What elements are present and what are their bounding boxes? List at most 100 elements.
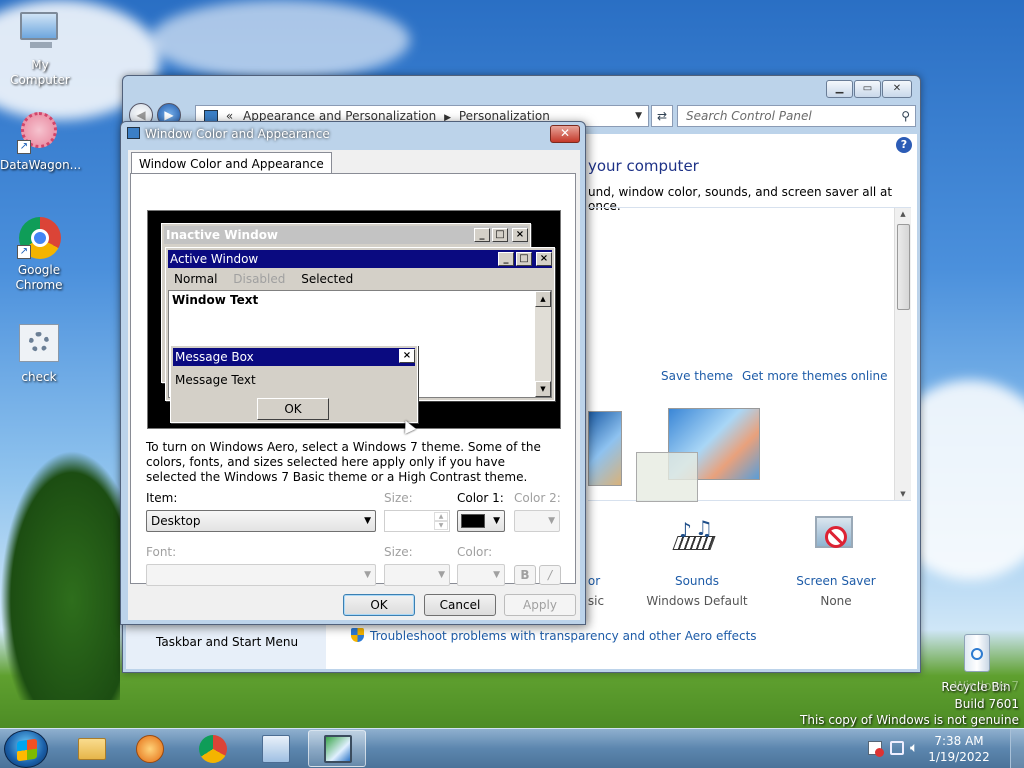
theme-thumbnail-selected[interactable] [636, 452, 698, 502]
display-settings-icon [324, 735, 352, 763]
inactive-titlebar: Inactive Window _ □ × [164, 226, 528, 244]
italic-button[interactable]: / [539, 565, 561, 585]
preview-menu: Normal Disabled Selected [168, 270, 552, 288]
menu-selected[interactable]: Selected [301, 272, 353, 286]
font-size-select[interactable]: ▼ [384, 564, 450, 586]
taskbar-explorer[interactable] [62, 730, 120, 767]
action-center-icon[interactable] [868, 741, 884, 757]
inactive-window-title: Inactive Window [166, 228, 279, 242]
folder-icon [78, 738, 106, 760]
recycle-bin-icon [954, 632, 998, 676]
font-color-label: Color: [457, 545, 493, 559]
tree [0, 450, 120, 700]
chevron-down-icon: ▼ [493, 516, 500, 526]
color1-label: Color 1: [457, 491, 504, 505]
scroll-thumb[interactable] [897, 224, 910, 310]
taskbar-start-menu-link[interactable]: Taskbar and Start Menu [156, 635, 298, 649]
themes-list[interactable]: ▲ ▼ [588, 207, 911, 502]
cancel-button[interactable]: Cancel [424, 594, 496, 616]
preview-ok-button[interactable]: OK [257, 398, 329, 420]
window-color-dialog: Window Color and Appearance ✕ Window Col… [120, 121, 586, 625]
bold-button[interactable]: B [514, 565, 536, 585]
chrome-icon: ↗ [17, 215, 61, 259]
chevron-down-icon: ▼ [438, 570, 445, 580]
chevron-down-icon: ▼ [493, 570, 500, 580]
preview-scrollbar: ▲ ▼ [535, 291, 551, 397]
ok-button[interactable]: OK [343, 594, 415, 616]
menu-normal[interactable]: Normal [174, 272, 217, 286]
item-select[interactable]: Desktop ▼ [146, 510, 376, 532]
chevron-down-icon[interactable]: ▼ [635, 106, 642, 126]
dialog-close-button[interactable]: ✕ [550, 125, 580, 143]
network-icon[interactable] [890, 741, 904, 755]
window-color-link[interactable]: or [584, 574, 604, 588]
cloud [150, 0, 410, 80]
appearance-preview[interactable]: Inactive Window _ □ × Active Window _ □ … [147, 210, 561, 429]
desktop-icon-chrome[interactable]: ↗ Google Chrome [0, 215, 78, 293]
font-color-picker[interactable]: ▼ [457, 564, 505, 586]
save-theme-link[interactable]: Save theme [661, 369, 733, 383]
item-select-value: Desktop [151, 514, 201, 528]
troubleshoot-link[interactable]: Troubleshoot problems with transparency … [370, 629, 757, 643]
screen-saver-icon[interactable] [813, 516, 857, 560]
font-label: Font: [146, 545, 177, 559]
font-size-label: Size: [384, 545, 413, 559]
color1-picker[interactable]: ▼ [457, 510, 505, 532]
theme-thumbnail[interactable] [588, 411, 622, 486]
troubleshoot-aero[interactable]: Troubleshoot problems with transparency … [351, 628, 757, 643]
desktop-icon-check[interactable]: check [0, 322, 78, 385]
clock[interactable]: 7:38 AM 1/19/2022 [924, 733, 994, 765]
taskbar-media-player[interactable] [120, 730, 178, 767]
screen-saver-link[interactable]: Screen Saver [781, 574, 891, 588]
window-controls: ▁ ▭ ✕ [826, 80, 912, 98]
show-desktop-button[interactable] [1010, 729, 1024, 768]
volume-icon[interactable]: 🔈︎ [910, 740, 918, 756]
refresh-button[interactable]: ⇄ [651, 105, 673, 127]
scroll-up-icon: ▲ [535, 291, 551, 307]
message-box-titlebar: Message Box × [173, 348, 415, 366]
desktop-icon-my-computer[interactable]: My Computer [1, 10, 79, 88]
minimize-icon: _ [498, 252, 514, 266]
sounds-link[interactable]: Sounds [641, 574, 753, 588]
watermark-genuine: This copy of Windows is not genuine [800, 713, 1019, 727]
spin-up-icon[interactable]: ▲ [434, 512, 448, 521]
menu-disabled[interactable]: Disabled [233, 272, 285, 286]
scroll-down-icon[interactable]: ▼ [895, 490, 911, 498]
dialog-app-icon [127, 127, 140, 139]
tab-window-color[interactable]: Window Color and Appearance [131, 152, 332, 174]
maximize-button[interactable]: ▭ [854, 80, 881, 98]
help-icon[interactable]: ? [896, 137, 912, 153]
themes-scrollbar[interactable]: ▲ ▼ [894, 208, 911, 500]
spin-down-icon[interactable]: ▼ [434, 521, 448, 530]
close-button[interactable]: ✕ [882, 80, 912, 98]
dialog-title: Window Color and Appearance [145, 127, 330, 141]
desktop-icon-label: DataWagon... [0, 158, 82, 172]
desktop-icon-datawagon[interactable]: ↗ DataWagon... [0, 110, 82, 173]
color1-swatch [461, 514, 485, 528]
scroll-up-icon[interactable]: ▲ [895, 210, 911, 218]
start-button[interactable] [4, 730, 48, 768]
item-size-spinner[interactable]: ▲ ▼ [384, 510, 450, 532]
chevron-down-icon: ▼ [548, 516, 555, 526]
maximize-icon: □ [516, 252, 532, 266]
dialog-content: Window Color and Appearance Inactive Win… [128, 150, 580, 620]
search-icon[interactable]: ⚲ [901, 106, 910, 126]
window-color-value: sic [587, 594, 605, 608]
desktop-icon-label: Google Chrome [15, 263, 63, 292]
color2-picker[interactable]: ▼ [514, 510, 560, 532]
search-placeholder: Search Control Panel [686, 109, 812, 123]
taskbar-chrome[interactable] [183, 730, 241, 767]
font-select[interactable]: ▼ [146, 564, 376, 586]
search-input[interactable]: Search Control Panel ⚲ [677, 105, 916, 127]
minimize-button[interactable]: ▁ [826, 80, 853, 98]
aero-description: To turn on Windows Aero, select a Window… [146, 440, 541, 484]
sounds-value: Windows Default [646, 594, 748, 608]
taskbar-control-panel[interactable] [246, 730, 304, 767]
apply-button[interactable]: Apply [504, 594, 576, 616]
control-panel-icon [262, 735, 290, 763]
preview-message-box[interactable]: Message Box × Message Text OK [170, 345, 418, 423]
sounds-icon[interactable]: ♪ ♫ [671, 516, 719, 556]
get-more-themes-link[interactable]: Get more themes online [742, 369, 888, 383]
screen-saver-value: None [820, 594, 852, 608]
taskbar-window-color[interactable] [308, 730, 366, 767]
